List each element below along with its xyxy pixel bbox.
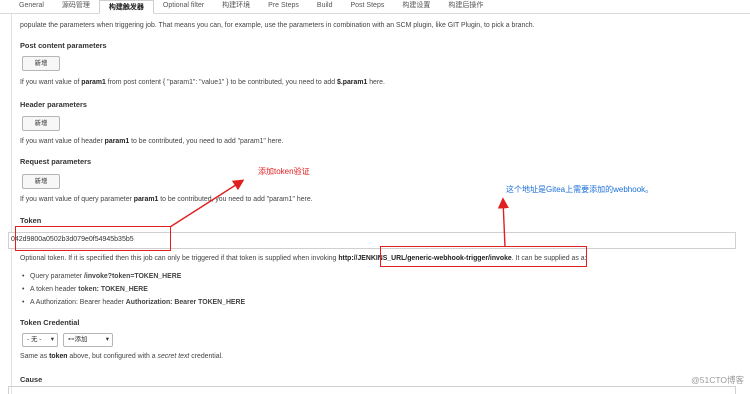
token-annotation: 添加token验证 [258, 167, 310, 176]
watermark: @51CTO博客 [691, 375, 744, 385]
annotation-arrows [169, 179, 509, 248]
red-arrow [169, 179, 245, 228]
webhook-annotation: 这个地址是Gitea上需要添加的webhook。 [506, 185, 654, 194]
red-arrow-url [497, 197, 509, 248]
